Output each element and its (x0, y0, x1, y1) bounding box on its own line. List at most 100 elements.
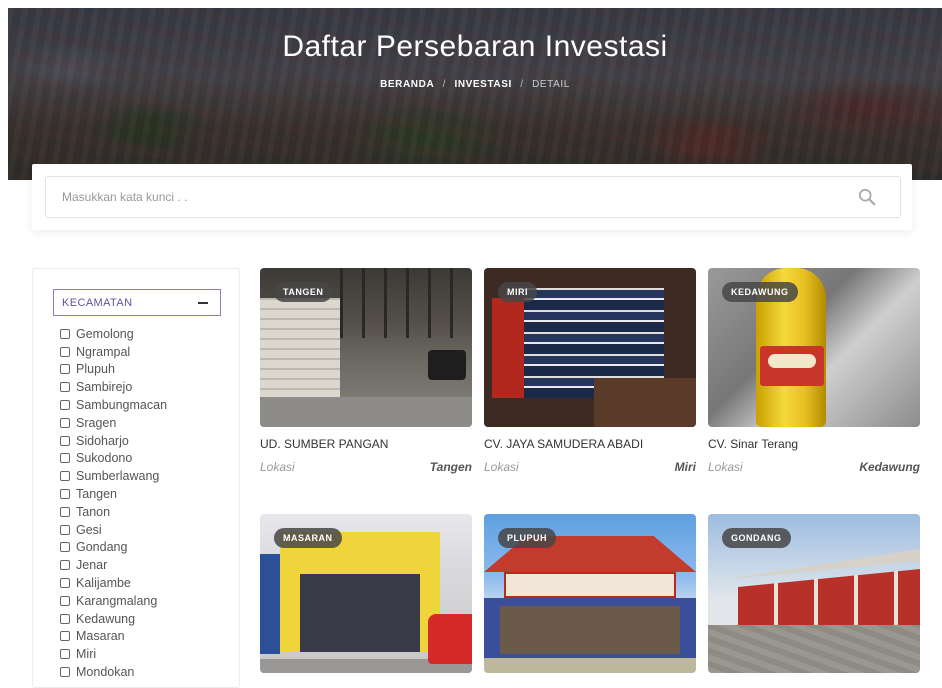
card-location: Lokasi Tangen (260, 460, 472, 474)
location-value: Kedawung (859, 460, 920, 474)
filter-option[interactable]: Miri (60, 645, 167, 663)
location-badge: KEDAWUNG (722, 282, 798, 302)
card-title[interactable]: CV. JAYA SAMUDERA ABADI (484, 437, 696, 451)
filter-option[interactable]: Sidoharjo (60, 432, 167, 450)
filter-option[interactable]: Karangmalang (60, 592, 167, 610)
checkbox[interactable] (60, 560, 70, 571)
filter-option[interactable]: Gesi (60, 521, 167, 539)
filter-option-label: Karangmalang (76, 593, 158, 608)
breadcrumb-separator: / (520, 79, 524, 90)
checkbox[interactable] (60, 417, 70, 428)
location-badge: MIRI (498, 282, 537, 302)
checkbox[interactable] (60, 453, 70, 464)
location-badge: MASARAN (274, 528, 342, 548)
filter-option[interactable]: Gondang (60, 539, 167, 557)
location-value: Tangen (429, 460, 472, 474)
location-badge: GONDANG (722, 528, 791, 548)
hero-banner: Daftar Persebaran Investasi BERANDA / IN… (8, 8, 942, 180)
filter-option[interactable]: Masaran (60, 628, 167, 646)
card-photo[interactable]: KEDAWUNG (708, 268, 920, 427)
card-location: Lokasi Miri (484, 460, 696, 474)
checkbox[interactable] (60, 328, 70, 339)
filter-option-label: Kedawung (76, 611, 136, 626)
investment-card[interactable]: MASARAN (260, 514, 472, 673)
filter-option-label: Gondang (76, 540, 128, 555)
filter-option[interactable]: Plupuh (60, 361, 167, 379)
card-title[interactable]: UD. SUMBER PANGAN (260, 437, 472, 451)
filter-option[interactable]: Sambungmacan (60, 396, 167, 414)
breadcrumb-investasi-link[interactable]: INVESTASI (454, 79, 511, 90)
filter-option-label: Miri (76, 647, 97, 662)
filter-option[interactable]: Gemolong (60, 325, 167, 343)
location-label: Lokasi (260, 460, 295, 474)
checkbox[interactable] (60, 382, 70, 393)
filter-option-label: Ngrampal (76, 344, 131, 359)
collapse-icon (198, 301, 208, 304)
checkbox[interactable] (60, 649, 70, 660)
filter-option[interactable]: Sukodono (60, 450, 167, 468)
card-location: Lokasi Kedawung (708, 460, 920, 474)
investment-card[interactable]: GONDANG (708, 514, 920, 673)
checkbox[interactable] (60, 506, 70, 517)
location-value: Miri (674, 460, 696, 474)
location-label: Lokasi (708, 460, 743, 474)
checkbox[interactable] (60, 471, 70, 482)
kecamatan-list: Gemolong Ngrampal Plupuh Sambirejo Sambu… (60, 325, 167, 681)
investment-card[interactable]: PLUPUH (484, 514, 696, 673)
card-photo[interactable]: PLUPUH (484, 514, 696, 673)
checkbox[interactable] (60, 346, 70, 357)
search-icon[interactable] (858, 188, 876, 206)
checkbox[interactable] (60, 595, 70, 606)
filter-option-label: Masaran (76, 629, 125, 644)
checkbox[interactable] (60, 631, 70, 642)
filter-option[interactable]: Sumberlawang (60, 467, 167, 485)
filter-option[interactable]: Jenar (60, 556, 167, 574)
filter-option[interactable]: Sambirejo (60, 378, 167, 396)
filter-option[interactable]: Ngrampal (60, 343, 167, 361)
card-photo[interactable]: MIRI (484, 268, 696, 427)
filter-option[interactable]: Kedawung (60, 610, 167, 628)
checkbox[interactable] (60, 400, 70, 411)
card-photo[interactable]: MASARAN (260, 514, 472, 673)
breadcrumb-separator: / (442, 79, 447, 90)
page-title: Daftar Persebaran Investasi (282, 30, 668, 63)
location-badge: TANGEN (274, 282, 333, 302)
kecamatan-filter-toggle[interactable]: KECAMATAN (53, 289, 221, 316)
investment-card[interactable]: MIRI CV. JAYA SAMUDERA ABADI Lokasi Miri (484, 268, 696, 474)
filter-option[interactable]: Mondokan (60, 663, 167, 681)
filter-sidebar: KECAMATAN Gemolong Ngrampal Plupuh Sambi… (32, 268, 240, 688)
filter-option-label: Tangen (76, 487, 118, 502)
filter-option-label: Mondokan (76, 665, 135, 680)
checkbox[interactable] (60, 364, 70, 375)
filter-option[interactable]: Kalijambe (60, 574, 167, 592)
checkbox[interactable] (60, 542, 70, 553)
location-badge: PLUPUH (498, 528, 557, 548)
filter-option-label: Kalijambe (76, 576, 131, 591)
filter-title: KECAMATAN (62, 296, 133, 309)
filter-option[interactable]: Tangen (60, 485, 167, 503)
filter-option-label: Sambirejo (76, 380, 133, 395)
checkbox[interactable] (60, 524, 70, 535)
checkbox[interactable] (60, 613, 70, 624)
checkbox[interactable] (60, 435, 70, 446)
filter-option-label: Plupuh (76, 362, 115, 377)
filter-option-label: Gesi (76, 522, 102, 537)
filter-option-label: Sidoharjo (76, 433, 129, 448)
checkbox[interactable] (60, 489, 70, 500)
checkbox[interactable] (60, 667, 70, 678)
investment-card[interactable]: KEDAWUNG CV. Sinar Terang Lokasi Kedawun… (708, 268, 920, 474)
breadcrumb: BERANDA / INVESTASI / DETAIL (8, 79, 942, 90)
filter-option-label: Sukodono (76, 451, 133, 466)
card-title[interactable]: CV. Sinar Terang (708, 437, 920, 451)
card-photo[interactable]: TANGEN (260, 268, 472, 427)
filter-option[interactable]: Sragen (60, 414, 167, 432)
filter-option-label: Sambungmacan (76, 398, 168, 413)
search-input[interactable] (46, 177, 826, 217)
filter-option-label: Sragen (76, 415, 117, 430)
card-photo[interactable]: GONDANG (708, 514, 920, 673)
breadcrumb-home-link[interactable]: BERANDA (380, 79, 434, 90)
checkbox[interactable] (60, 578, 70, 589)
investment-card[interactable]: TANGEN UD. SUMBER PANGAN Lokasi Tangen (260, 268, 472, 474)
search-panel (32, 164, 912, 230)
filter-option[interactable]: Tanon (60, 503, 167, 521)
